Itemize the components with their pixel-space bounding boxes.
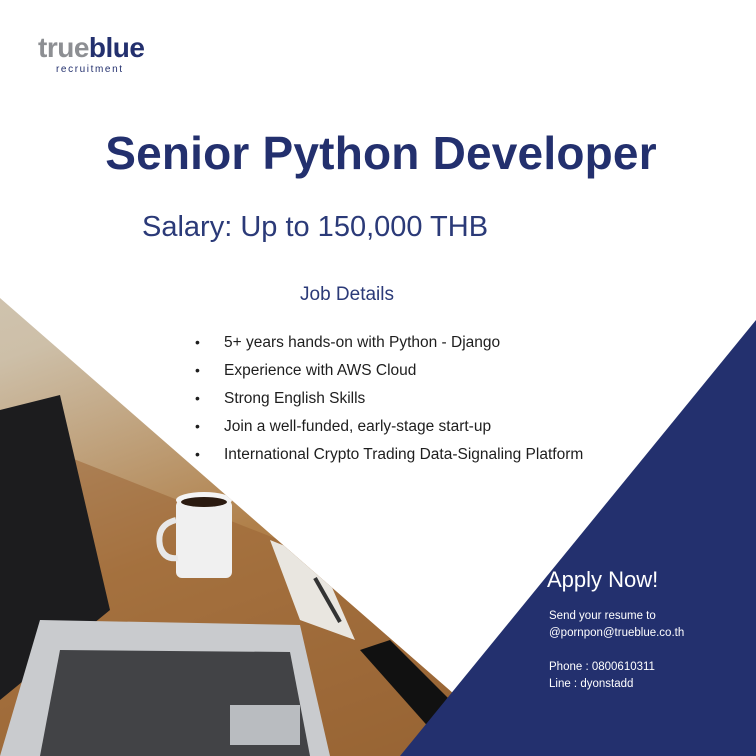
list-item: • 5+ years hands-on with Python - Django [195,328,583,356]
contact-line-id: Line : dyonstadd [549,678,634,690]
logo-word-true: true [38,32,89,63]
bullet-text: Strong English Skills [224,390,366,407]
list-item: • Strong English Skills [195,384,583,412]
contact-email[interactable]: @pornpon@trueblue.co.th [549,625,684,642]
contact-phone: Phone : 0800610311 [549,661,655,673]
bullet-text: Experience with AWS Cloud [224,362,417,379]
bullet-text: Join a well-funded, early-stage start-up [224,418,492,435]
bullet-glyph: • [195,418,200,434]
list-item: • International Crypto Trading Data-Signa… [195,440,583,468]
logo-word-blue: blue [88,32,145,63]
bullet-glyph: • [195,390,200,406]
poster: trueblue recruitment Senior Python Devel… [0,0,756,756]
bullet-text: International Crypto Trading Data-Signal… [224,446,584,463]
list-item: • Join a well-funded, early-stage start-u… [195,412,583,440]
job-details-heading: Job Details [300,284,394,305]
logo-wordmark: trueblue [38,32,145,63]
bullet-glyph: • [195,362,200,378]
list-item: • Experience with AWS Cloud [195,356,583,384]
apply-now-heading: Apply Now! [547,567,659,592]
bullet-text: 5+ years hands-on with Python - Django [224,334,501,351]
job-title: Senior Python Developer [105,127,657,179]
salary-text: Salary: Up to 150,000 THB [142,211,489,243]
bullet-glyph: • [195,446,200,462]
logo-subtitle: recruitment [56,64,124,75]
resume-instruction: Send your resume to [549,610,656,622]
job-details-list: • 5+ years hands-on with Python - Django … [195,328,583,468]
trueblue-logo: trueblue recruitment [38,32,145,76]
contact-block: Send your resume to @pornpon@trueblue.co… [549,608,684,693]
bullet-glyph: • [195,334,200,350]
